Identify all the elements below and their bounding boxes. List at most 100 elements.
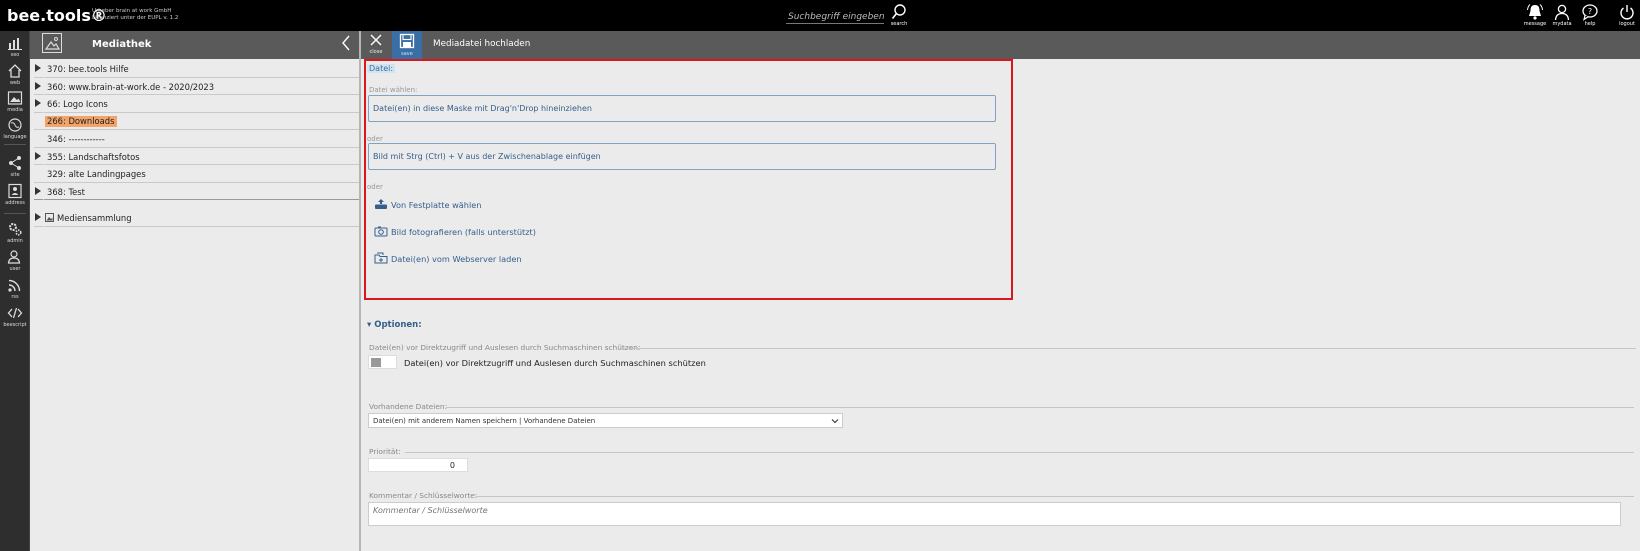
action-label: Von Festplatte wählen xyxy=(391,200,482,210)
options-toggle[interactable]: ▾ Optionen: xyxy=(367,320,422,330)
priority-input[interactable]: 0 xyxy=(368,458,468,472)
paste-zone[interactable]: Bild mit Strg (Ctrl) + V aus der Zwische… xyxy=(368,143,996,170)
action-label: Datei(en) vom Webserver laden xyxy=(391,254,522,264)
nav-item-admin[interactable]: admin xyxy=(0,221,30,244)
save-button[interactable]: save xyxy=(392,31,422,59)
or-separator: oder xyxy=(367,135,383,143)
bell-icon xyxy=(1527,4,1543,20)
image-icon xyxy=(45,213,54,222)
contact-card-icon xyxy=(8,183,22,199)
media-tree: 370: bee.tools Hilfe 360: www.brain-at-w… xyxy=(34,60,360,227)
logout-button[interactable]: logout xyxy=(1613,3,1640,27)
nav-label: seo xyxy=(10,52,20,58)
close-button[interactable]: close xyxy=(364,33,388,55)
code-icon xyxy=(7,307,23,319)
chart-icon xyxy=(8,38,22,50)
help-label: help xyxy=(1584,21,1596,27)
expand-triangle-icon[interactable] xyxy=(35,213,46,227)
mydata-button[interactable]: mydata xyxy=(1548,3,1576,27)
expand-triangle-icon[interactable] xyxy=(35,99,46,113)
nav-item-address[interactable]: address xyxy=(0,183,30,206)
tree-item-label[interactable]: 368: Test xyxy=(47,187,85,197)
search-input[interactable] xyxy=(786,10,884,24)
tree-item[interactable]: 360: www.brain-at-work.de - 2020/2023 xyxy=(34,78,360,95)
mediathek-header: Mediathek xyxy=(30,31,360,59)
license-line: Urheber brain at work GmbH xyxy=(92,8,172,14)
comment-label: Kommentar / Schlüsselworte: xyxy=(369,491,478,500)
nav-divider xyxy=(4,213,26,214)
message-button[interactable]: message xyxy=(1521,3,1549,27)
nav-item-media[interactable]: media xyxy=(0,90,30,113)
choose-file-label: Datei wählen: xyxy=(369,86,418,94)
panel-title: Mediathek xyxy=(92,39,152,50)
chevron-down-icon xyxy=(831,419,839,424)
search-label: search xyxy=(890,21,908,27)
tree-item-label[interactable]: 266: Downloads xyxy=(45,115,118,127)
floppy-disk-icon xyxy=(399,33,415,49)
tree-item-label[interactable]: 329: alte Landingpages xyxy=(47,169,146,179)
save-label: save xyxy=(401,51,413,57)
existing-files-select[interactable]: Datei(en) mit anderem Namen speichern | … xyxy=(368,413,843,428)
page-title: Mediadatei hochladen xyxy=(433,39,531,49)
nav-label: address xyxy=(5,200,25,206)
tree-item-label[interactable]: Mediensammlung xyxy=(57,213,132,223)
nav-label: media xyxy=(7,107,23,113)
mediathek-icon xyxy=(42,33,62,53)
expand-triangle-icon[interactable] xyxy=(35,151,46,165)
user-icon xyxy=(1554,4,1570,21)
dropzone[interactable]: Datei(en) in diese Maske mit Drag'n'Drop… xyxy=(368,95,996,122)
tree-item[interactable]: 370: bee.tools Hilfe xyxy=(34,60,360,78)
camera-icon xyxy=(374,226,388,237)
main-header xyxy=(361,31,1640,59)
tree-item-label[interactable]: 66: Logo Icons xyxy=(47,99,108,109)
tree-item-label[interactable]: 360: www.brain-at-work.de - 2020/2023 xyxy=(47,82,214,92)
mydata-label: mydata xyxy=(1552,21,1572,27)
nav-item-user[interactable]: user xyxy=(0,249,30,272)
nav-item-beescript[interactable]: beescript xyxy=(0,305,30,328)
nav-item-site[interactable]: site xyxy=(0,155,30,178)
tree-item-label[interactable]: 355: Landschaftsfotos xyxy=(47,152,140,162)
panel-splitter[interactable] xyxy=(359,31,361,551)
tree-item-active[interactable]: 266: Downloads xyxy=(34,113,360,130)
tree-item-label[interactable]: 346: ------------ xyxy=(47,134,105,144)
protect-field-label: Datei(en) vor Direktzugriff und Auslesen… xyxy=(369,343,641,352)
gears-icon xyxy=(9,223,22,236)
license-info: Urheber brain at work GmbH Lizenziert un… xyxy=(92,8,178,22)
tree-item[interactable]: 368: Test xyxy=(34,183,360,200)
image-icon xyxy=(7,91,23,105)
comment-input[interactable] xyxy=(368,502,1621,526)
nav-label: rss xyxy=(11,294,19,300)
tree-item-label[interactable]: 370: bee.tools Hilfe xyxy=(47,64,129,74)
expand-triangle-icon[interactable] xyxy=(35,64,46,78)
collapse-panel-button[interactable] xyxy=(340,33,352,57)
protect-toggle[interactable] xyxy=(368,355,397,369)
tree-item[interactable]: 355: Landschaftsfotos xyxy=(34,148,360,165)
help-bubble-icon: ? xyxy=(1582,4,1598,21)
divider xyxy=(621,348,1636,349)
tree-item-collection[interactable]: Mediensammlung xyxy=(34,209,360,227)
nav-label: admin xyxy=(7,238,23,244)
nav-item-seo[interactable]: seo xyxy=(0,35,30,58)
nav-item-language[interactable]: language xyxy=(0,117,30,140)
search-button[interactable]: search xyxy=(885,3,913,27)
tree-item[interactable]: 66: Logo Icons xyxy=(34,95,360,113)
logout-label: logout xyxy=(1619,21,1635,27)
existing-files-label: Vorhandene Dateien: xyxy=(369,402,448,411)
user-gear-icon xyxy=(7,250,21,264)
help-button[interactable]: ? help xyxy=(1576,3,1604,27)
expand-triangle-icon[interactable] xyxy=(35,81,46,95)
divider xyxy=(476,496,1634,497)
priority-label: Priorität: xyxy=(369,447,401,456)
close-icon xyxy=(370,34,382,46)
action-label: Bild fotografieren (falls unterstützt) xyxy=(391,227,536,237)
upload-drive-icon xyxy=(375,199,387,209)
nav-label: site xyxy=(10,172,20,178)
nav-item-rss[interactable]: rss xyxy=(0,277,30,300)
nav-item-web[interactable]: web xyxy=(0,63,30,86)
globe-icon xyxy=(8,118,22,132)
tree-item[interactable]: 329: alte Landingpages xyxy=(34,165,360,183)
tree-item[interactable]: 346: ------------ xyxy=(34,130,360,148)
expand-triangle-icon[interactable] xyxy=(35,186,46,200)
rss-icon xyxy=(8,279,21,292)
file-section-label: Datei: xyxy=(367,64,396,73)
